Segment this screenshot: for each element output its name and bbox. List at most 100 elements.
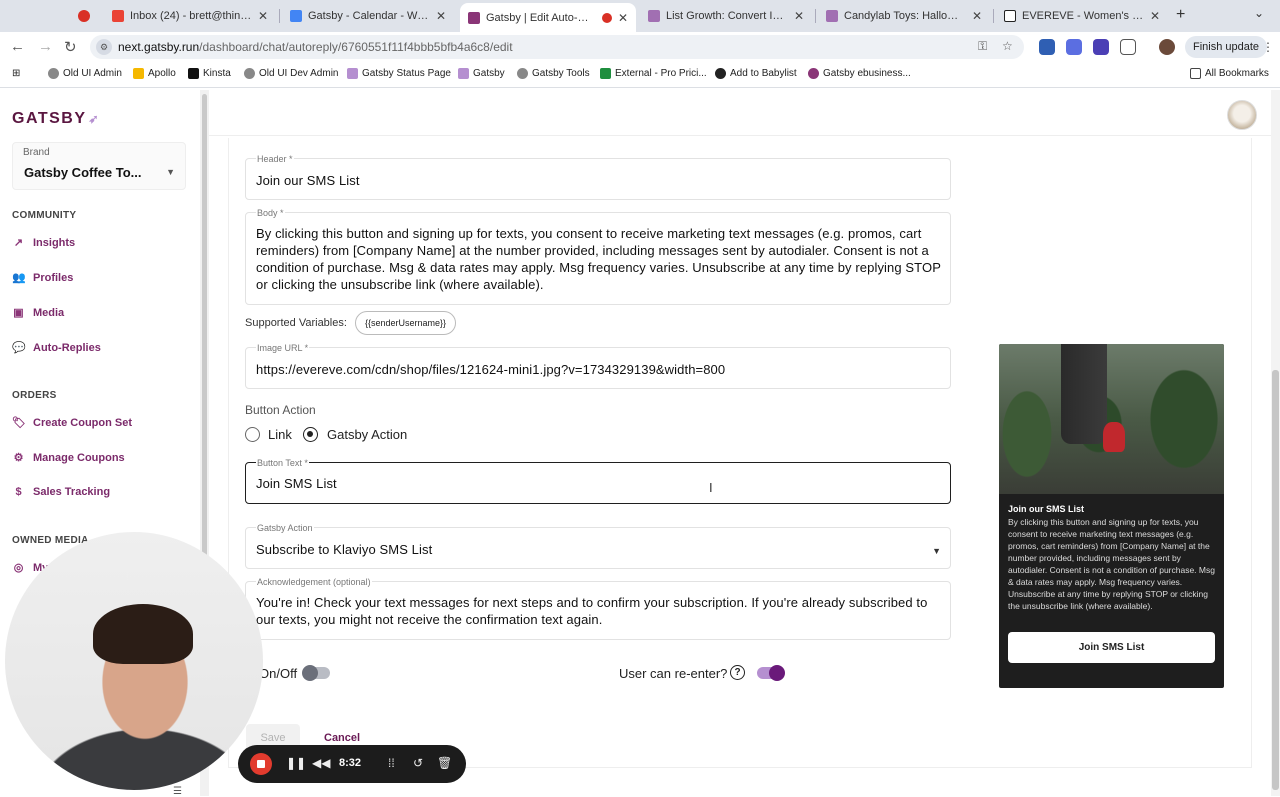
- help-icon[interactable]: ?: [730, 665, 745, 680]
- image-url-field[interactable]: Image URL * https://evereve.com/cdn/shop…: [245, 343, 951, 389]
- password-key-icon[interactable]: ⚿: [978, 39, 987, 54]
- pause-icon[interactable]: ❚❚: [286, 756, 306, 770]
- acknowledgement-value: You're in! Check your text messages for …: [256, 595, 928, 627]
- bookmark-label: Old UI Admin: [63, 68, 122, 79]
- gatsby-action-value: Subscribe to Klaviyo SMS List: [256, 542, 433, 557]
- toggle-knob: [769, 665, 785, 681]
- address-bar[interactable]: ⚙ next.gatsby.run/dashboard/chat/autorep…: [90, 35, 1024, 59]
- tab-recording[interactable]: [70, 4, 106, 28]
- tab-inbox[interactable]: Inbox (24) - brett@thinkgatsb ✕: [104, 4, 276, 28]
- gatsby-icon: [808, 68, 819, 79]
- radio-link-label[interactable]: Link: [268, 427, 292, 442]
- page-scrollbar[interactable]: [1272, 370, 1279, 790]
- grid-icon[interactable]: ⁞⁞: [388, 756, 395, 770]
- sidebar-item-sales-tracking[interactable]: $ Sales Tracking: [12, 486, 110, 498]
- sidebar-item-label: Auto-Replies: [33, 341, 101, 354]
- logo-text: GATSBY: [12, 110, 87, 127]
- image-url-label: Image URL *: [256, 343, 310, 353]
- bookmark-label: External - Pro Prici...: [615, 68, 707, 79]
- url-path: /dashboard/chat/autoreply/6760551f11f4bb…: [199, 40, 513, 54]
- tab-title: EVEREVE - Women's Clothing: [1022, 10, 1144, 22]
- record-icon: [78, 10, 90, 22]
- gatsby-logo[interactable]: GATSBY ➶: [12, 110, 100, 128]
- close-icon[interactable]: ✕: [618, 11, 628, 25]
- extension-icon[interactable]: [1093, 39, 1109, 55]
- dollar-icon: $: [15, 486, 22, 498]
- tab-list-growth[interactable]: List Growth: Convert Instagra ✕: [640, 4, 812, 28]
- tab-candylab[interactable]: Candylab Toys: Halloween Gl ✕: [818, 4, 990, 28]
- bookmark-item[interactable]: External - Pro Prici...: [600, 68, 707, 79]
- sidebar-item-create-coupon-set[interactable]: 🏷 Create Coupon Set: [12, 416, 132, 430]
- variable-chip[interactable]: {{senderUsername}}: [355, 311, 457, 335]
- preview-join-button[interactable]: Join SMS List: [1008, 632, 1215, 663]
- bookmark-star-icon[interactable]: ☆: [1002, 39, 1013, 53]
- profile-avatar[interactable]: [1159, 39, 1175, 55]
- on-off-toggle[interactable]: [302, 665, 330, 681]
- image-url-value: https://evereve.com/cdn/shop/files/12162…: [256, 362, 726, 377]
- stop-recording-button[interactable]: [250, 753, 272, 775]
- close-icon[interactable]: ✕: [972, 9, 982, 23]
- bookmark-item[interactable]: Old UI Admin: [48, 68, 122, 79]
- tab-edit-auto-reply[interactable]: Gatsby | Edit Auto-Reply ✕: [460, 3, 636, 32]
- restart-icon[interactable]: ↺: [413, 756, 423, 770]
- bookmark-item[interactable]: Gatsby ebusiness...: [808, 68, 911, 79]
- site-info-icon[interactable]: ⚙: [96, 39, 112, 55]
- header-field[interactable]: Header * Join our SMS List: [245, 154, 951, 200]
- radio-gatsby-action-label[interactable]: Gatsby Action: [327, 427, 407, 442]
- re-enter-toggle[interactable]: [757, 665, 785, 681]
- preview-body: By clicking this button and signing up f…: [1008, 517, 1215, 611]
- sidebar-item-profiles[interactable]: 👥 Profiles: [12, 271, 74, 285]
- tab-search-icon[interactable]: ⌄: [1254, 6, 1264, 20]
- bookmark-item[interactable]: Gatsby: [458, 68, 505, 79]
- apps-grid-icon[interactable]: ⊞: [12, 68, 20, 79]
- close-icon[interactable]: ✕: [1150, 9, 1160, 23]
- gatsby-action-select[interactable]: Gatsby Action Subscribe to Klaviyo SMS L…: [245, 523, 951, 569]
- body-field[interactable]: Body * By clicking this button and signi…: [245, 208, 951, 305]
- message-preview: Join our SMS List By clicking this butto…: [999, 344, 1224, 688]
- brand-select[interactable]: Brand Gatsby Coffee To... ▼: [12, 142, 186, 190]
- rewind-icon[interactable]: ◀◀: [312, 756, 330, 770]
- body-value: By clicking this button and signing up f…: [256, 226, 941, 292]
- bookmark-item[interactable]: Old UI Dev Admin: [244, 68, 338, 79]
- extension-icon[interactable]: [1039, 39, 1055, 55]
- extensions-puzzle-icon[interactable]: [1120, 39, 1136, 55]
- tab-title: List Growth: Convert Instagra: [666, 10, 788, 22]
- radio-gatsby-action[interactable]: [303, 427, 318, 442]
- tab-calendar[interactable]: Gatsby - Calendar - Week of ✕: [282, 4, 454, 28]
- instagram-icon: ◎: [13, 562, 24, 574]
- bookmark-item[interactable]: Apollo: [133, 68, 176, 79]
- gatsby-icon: [347, 68, 358, 79]
- forward-icon[interactable]: →: [38, 38, 53, 55]
- preview-image: [999, 344, 1224, 494]
- button-text-field[interactable]: Button Text * Join SMS List: [245, 458, 951, 504]
- bookmark-item[interactable]: Kinsta: [188, 68, 231, 79]
- sidebar-item-insights[interactable]: ↗ Insights: [12, 236, 75, 250]
- sidebar-item-auto-replies[interactable]: 💬 Auto-Replies: [12, 341, 101, 355]
- radio-link[interactable]: [245, 427, 260, 442]
- evereve-icon: [1004, 10, 1016, 22]
- tab-divider: [815, 9, 816, 23]
- finish-update-button[interactable]: Finish update: [1185, 36, 1268, 58]
- user-avatar[interactable]: [1227, 100, 1257, 130]
- close-icon[interactable]: ✕: [258, 9, 268, 23]
- more-menu-icon[interactable]: ⋮: [1262, 40, 1274, 54]
- acknowledgement-field[interactable]: Acknowledgement (optional) You're in! Ch…: [245, 577, 951, 640]
- sidebar-item-manage-coupons[interactable]: ⚙ Manage Coupons: [12, 451, 125, 465]
- close-icon[interactable]: ✕: [794, 9, 804, 23]
- new-tab-icon[interactable]: +: [1176, 6, 1185, 24]
- sidebar-item-label: Profiles: [33, 271, 74, 284]
- back-icon[interactable]: ←: [10, 38, 25, 55]
- menu-icon[interactable]: ☰: [173, 786, 182, 797]
- bookmark-icon: [48, 68, 59, 79]
- gatsby-action-label: Gatsby Action: [256, 523, 314, 533]
- tab-evereve[interactable]: EVEREVE - Women's Clothing ✕: [996, 4, 1168, 28]
- bookmark-item[interactable]: Add to Babylist: [715, 68, 797, 79]
- trash-icon[interactable]: 🗑: [437, 756, 452, 770]
- extension-icon[interactable]: [1066, 39, 1082, 55]
- bookmark-item[interactable]: Gatsby Tools: [517, 68, 590, 79]
- sidebar-item-media[interactable]: ▣ Media: [12, 306, 64, 320]
- reload-icon[interactable]: ↻: [64, 38, 77, 56]
- all-bookmarks[interactable]: All Bookmarks: [1190, 68, 1269, 79]
- close-icon[interactable]: ✕: [436, 9, 446, 23]
- bookmark-item[interactable]: Gatsby Status Page: [347, 68, 451, 79]
